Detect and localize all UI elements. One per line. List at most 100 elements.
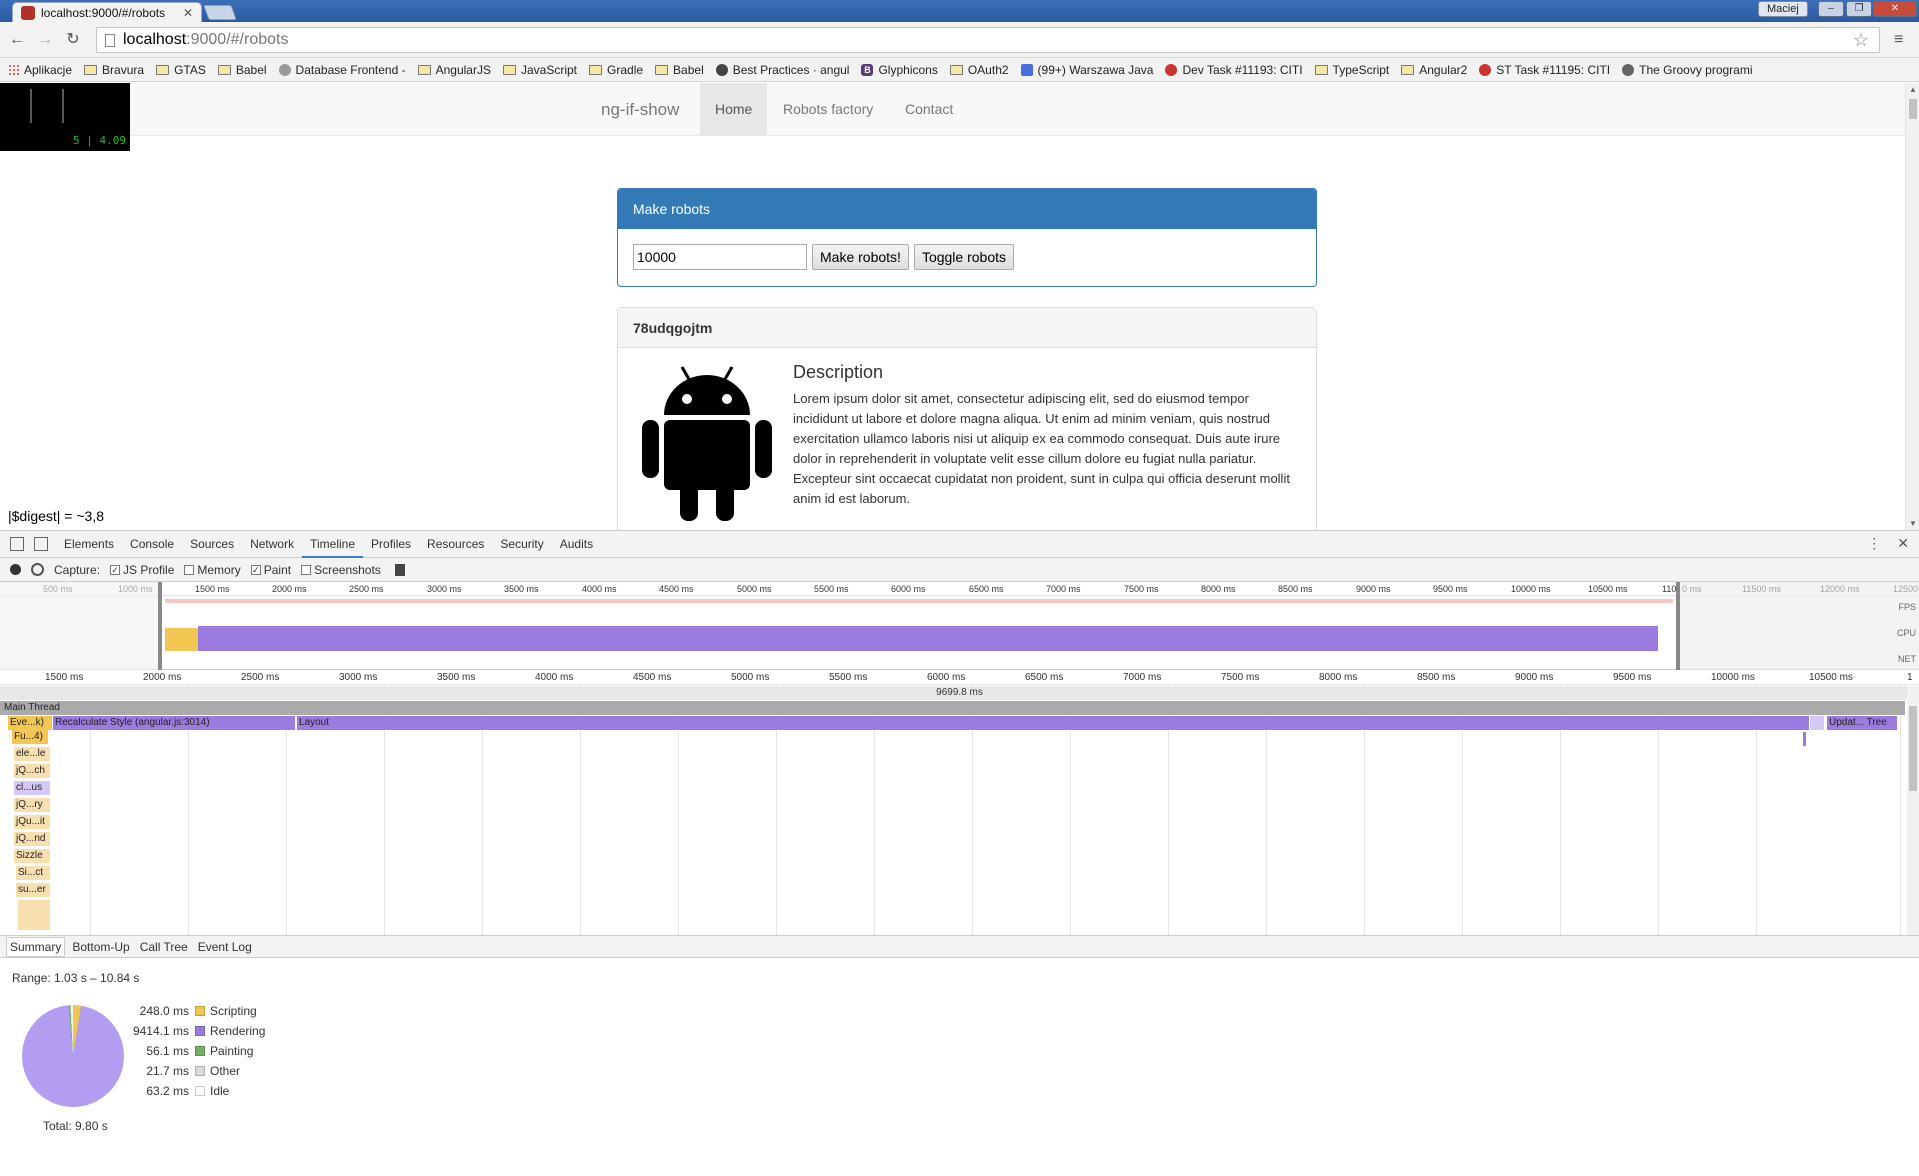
bookmark-link[interactable]: B Glyphicons [861, 63, 938, 77]
bookmark-label: (99+) Warszawa Java [1037, 62, 1154, 77]
devtools-close-icon[interactable]: ✕ [1897, 535, 1909, 552]
tab-network[interactable]: Network [242, 531, 302, 558]
tab-call-tree[interactable]: Call Tree [137, 938, 191, 956]
stack-frame[interactable]: jQ...ry [14, 798, 50, 812]
bookmark-link[interactable]: Dev Task #11193: CITI [1165, 63, 1303, 77]
stack-frame[interactable] [18, 900, 50, 930]
record-icon[interactable] [10, 564, 21, 575]
overview-right-handle[interactable] [1676, 582, 1680, 670]
tab-profiles[interactable]: Profiles [363, 531, 419, 558]
nav-contact[interactable]: Contact [890, 83, 968, 136]
stack-frame[interactable]: jQu...it [14, 815, 50, 829]
scroll-up-icon[interactable]: ▲ [1909, 85, 1917, 94]
tab-bottom-up[interactable]: Bottom-Up [69, 938, 132, 956]
trash-icon[interactable] [394, 563, 405, 576]
make-robots-button[interactable]: Make robots! [812, 244, 909, 270]
stack-frame[interactable]: ele...le [14, 747, 50, 761]
stack-frame[interactable]: Sizzle [14, 849, 50, 863]
event-block[interactable]: Eve...k) [8, 716, 52, 730]
robot-count-input[interactable] [633, 244, 807, 270]
bookmark-folder[interactable]: JavaScript [502, 63, 577, 77]
bookmark-link[interactable]: Database Frontend - [278, 63, 406, 77]
tab-sources[interactable]: Sources [182, 531, 242, 558]
bookmark-folder[interactable]: TypeScript [1314, 63, 1389, 77]
tab-elements[interactable]: Elements [56, 531, 122, 558]
bookmark-link[interactable]: (99+) Warszawa Java [1020, 62, 1154, 77]
capture-paint[interactable]: ✓ Paint [250, 563, 291, 577]
flame-scrollbar[interactable] [1907, 686, 1919, 935]
timeline-overview[interactable]: 500 ms1000 ms1500 ms2000 ms2500 ms3000 m… [0, 582, 1919, 670]
stack-frame[interactable]: cl...us [14, 781, 50, 795]
checkbox-icon[interactable] [301, 564, 312, 575]
tab-console[interactable]: Console [122, 531, 182, 558]
layout-block[interactable]: Layout [297, 716, 1809, 730]
address-bar[interactable]: localhost:9000/#/robots ☆ [96, 27, 1880, 53]
bookmark-folder[interactable]: Gradle [589, 63, 643, 77]
stats-widget: 5 | 4.09 [0, 83, 130, 151]
robot-name: 78udqgojtm [618, 308, 1316, 348]
update-tree-block[interactable]: Updat... Tree [1827, 716, 1897, 730]
bookmark-folder[interactable]: Bravura [84, 63, 144, 77]
devtools-menu-icon[interactable]: ⋮ [1867, 535, 1881, 552]
profile-button[interactable]: Maciej [1758, 1, 1808, 17]
stack-frame[interactable]: jQ...nd [14, 832, 50, 846]
close-window-button[interactable]: ✕ [1873, 1, 1917, 17]
stack-frame[interactable]: jQ...ch [14, 764, 50, 778]
event-block[interactable] [1810, 716, 1824, 730]
tab-audits[interactable]: Audits [552, 531, 601, 558]
bookmark-link[interactable]: ST Task #11195: CITI [1479, 63, 1610, 77]
browser-tab[interactable]: localhost:9000/#/robots ✕ [12, 2, 202, 22]
bookmark-folder[interactable]: Angular2 [1401, 63, 1467, 77]
checkbox-checked-icon[interactable]: ✓ [110, 564, 121, 575]
back-arrow-icon[interactable]: ← [8, 31, 26, 49]
flame-chart[interactable]: 1500 ms 2000 ms 2500 ms 3000 ms 3500 ms 4000 … [0, 671, 1919, 936]
tab-timeline[interactable]: Timeline [302, 531, 364, 558]
capture-memory[interactable]: Memory [184, 563, 241, 577]
capture-js-profile[interactable]: ✓ JS Profile [110, 563, 174, 577]
bookmark-folder[interactable]: Babel [217, 63, 267, 77]
stack-frame[interactable]: su...er [16, 883, 50, 897]
chrome-menu-icon[interactable]: ≡ [1894, 31, 1903, 49]
bookmark-folder[interactable]: GTAS [156, 63, 206, 77]
flame-scroll-thumb[interactable] [1909, 706, 1917, 791]
reload-icon[interactable]: ↻ [64, 31, 82, 49]
inspect-icon[interactable] [10, 537, 24, 551]
main-thread-header[interactable]: Main Thread [0, 701, 1905, 715]
stack-frame[interactable]: Si...ct [16, 866, 50, 880]
navbar-brand[interactable]: ng-if-show [601, 83, 679, 136]
bookmark-link[interactable]: The Groovy programi [1622, 63, 1753, 77]
tab-resources[interactable]: Resources [419, 531, 492, 558]
bookmark-folder[interactable]: AngularJS [417, 63, 491, 77]
nav-robots-factory[interactable]: Robots factory [768, 83, 888, 136]
tab-event-log[interactable]: Event Log [195, 938, 255, 956]
checkbox-icon[interactable] [184, 564, 195, 575]
overview-left-handle[interactable] [158, 582, 162, 670]
bookmark-folder[interactable]: Babel [655, 63, 704, 77]
tab-security[interactable]: Security [492, 531, 551, 558]
page-icon [105, 33, 115, 47]
stack-frame[interactable]: Fu...4) [12, 730, 48, 744]
overview-tick-label: 6000 ms [891, 584, 926, 594]
minimize-button[interactable]: – [1818, 1, 1844, 17]
new-tab-button[interactable] [203, 5, 237, 20]
scroll-down-icon[interactable]: ▼ [1909, 519, 1917, 528]
nav-home[interactable]: Home [700, 83, 768, 136]
event-block[interactable] [1803, 732, 1806, 746]
scroll-thumb[interactable] [1909, 99, 1917, 119]
maximize-button[interactable]: ❐ [1846, 1, 1872, 17]
recalculate-style-block[interactable]: Recalculate Style (angular.js:3014) [53, 716, 295, 730]
tab-close-icon[interactable]: ✕ [183, 6, 193, 20]
bookmark-link[interactable]: Best Practices · angul [715, 63, 849, 77]
bookmark-star-icon[interactable]: ☆ [1853, 30, 1869, 51]
bookmark-label: ST Task #11195: CITI [1496, 62, 1611, 77]
checkbox-checked-icon[interactable]: ✓ [250, 564, 261, 575]
bookmark-apps[interactable]: Aplikacje [8, 63, 72, 77]
tab-summary[interactable]: Summary [6, 936, 66, 957]
forward-arrow-icon[interactable]: → [36, 31, 54, 49]
bookmark-folder[interactable]: OAuth2 [949, 63, 1009, 77]
device-mode-icon[interactable] [34, 537, 48, 551]
toggle-robots-button[interactable]: Toggle robots [913, 244, 1014, 270]
capture-screenshots[interactable]: Screenshots [301, 563, 381, 577]
page-scrollbar[interactable]: ▲ ▼ [1905, 83, 1919, 530]
clear-icon[interactable] [31, 563, 44, 576]
